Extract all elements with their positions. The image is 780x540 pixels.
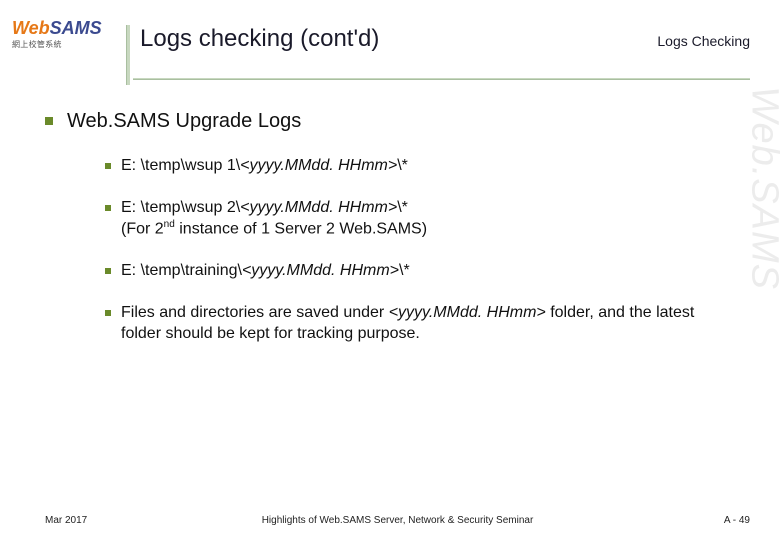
logo-web: Web xyxy=(12,18,50,38)
path-prefix: E: \temp\wsup 2\ xyxy=(121,199,240,216)
item-text: E: \temp\wsup 2\<yyyy.MMdd. HHmm>\* (For… xyxy=(121,197,427,241)
logo-sams: SAMS xyxy=(50,18,102,38)
note-sup: nd xyxy=(164,219,175,230)
slide-title: Logs checking (cont'd) xyxy=(140,25,379,52)
desc-a: Files and directories are saved under xyxy=(121,304,389,321)
desc-placeholder: <yyyy.MMdd. HHmm> xyxy=(389,304,546,321)
logo: WebSAMS 網上校管系統 xyxy=(12,18,122,58)
logo-subtitle: 網上校管系統 xyxy=(12,39,122,50)
list-item: E: \temp\training\<yyyy.MMdd. HHmm>\* xyxy=(105,260,720,282)
path-suffix: \* xyxy=(399,262,410,279)
path-placeholder: <yyyy.MMdd. HHmm> xyxy=(242,262,399,279)
sub-list: E: \temp\wsup 1\<yyyy.MMdd. HHmm>\* E: \… xyxy=(105,155,720,345)
path-placeholder: <yyyy.MMdd. HHmm> xyxy=(240,199,397,216)
footer-center: Highlights of Web.SAMS Server, Network &… xyxy=(262,515,534,526)
bullet-icon xyxy=(105,268,111,274)
path-prefix: E: \temp\training\ xyxy=(121,262,242,279)
footer-page: A - 49 xyxy=(724,515,750,526)
list-item: E: \temp\wsup 2\<yyyy.MMdd. HHmm>\* (For… xyxy=(105,197,720,241)
watermark: Web.SAMS xyxy=(743,86,780,290)
note-b: instance of 1 Server 2 Web.SAMS) xyxy=(175,221,427,238)
note-a: (For 2 xyxy=(121,221,164,238)
item-text: E: \temp\training\<yyyy.MMdd. HHmm>\* xyxy=(121,260,410,282)
path-placeholder: <yyyy.MMdd. HHmm> xyxy=(240,157,397,174)
slide-subtitle: Logs Checking xyxy=(657,33,750,49)
title-underline xyxy=(133,78,750,80)
path-suffix: \* xyxy=(397,199,408,216)
title-area: Logs checking (cont'd) Logs Checking xyxy=(140,25,750,77)
path-prefix: E: \temp\wsup 1\ xyxy=(121,157,240,174)
bullet-icon xyxy=(45,117,53,125)
footer-date: Mar 2017 xyxy=(45,515,87,526)
section-heading: Web.SAMS Upgrade Logs xyxy=(67,110,301,133)
bullet-icon xyxy=(105,205,111,211)
list-item: E: \temp\wsup 1\<yyyy.MMdd. HHmm>\* xyxy=(105,155,720,177)
list-item: Files and directories are saved under <y… xyxy=(105,302,720,345)
footer: Mar 2017 Highlights of Web.SAMS Server, … xyxy=(45,515,750,526)
content-area: Web.SAMS Upgrade Logs E: \temp\wsup 1\<y… xyxy=(45,110,720,365)
bullet-icon xyxy=(105,310,111,316)
path-suffix: \* xyxy=(397,157,408,174)
item-text: E: \temp\wsup 1\<yyyy.MMdd. HHmm>\* xyxy=(121,155,408,177)
item-text: Files and directories are saved under <y… xyxy=(121,302,720,345)
title-vertical-rule xyxy=(126,25,130,85)
heading-row: Web.SAMS Upgrade Logs xyxy=(45,110,720,133)
logo-text: WebSAMS xyxy=(12,18,122,39)
bullet-icon xyxy=(105,163,111,169)
